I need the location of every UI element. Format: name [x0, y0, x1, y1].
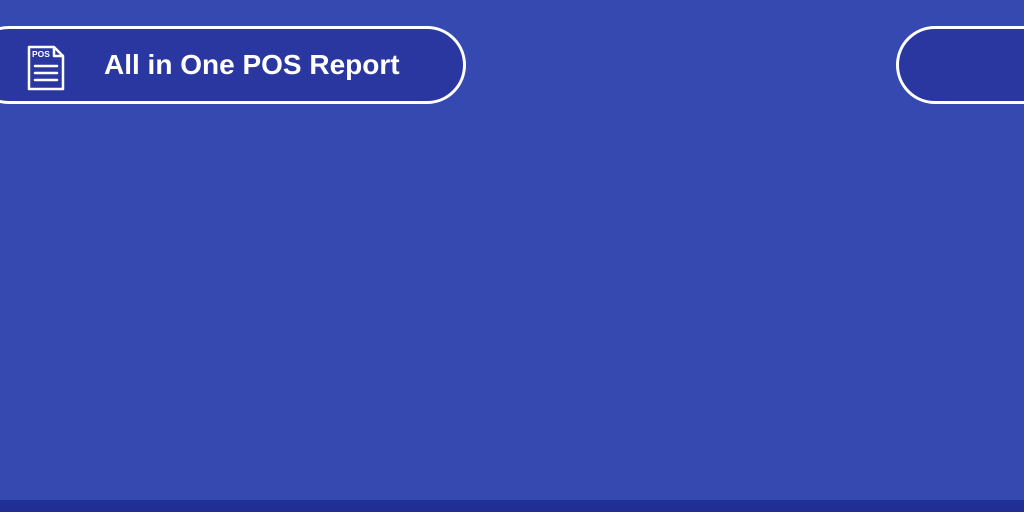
bottom-bar [0, 500, 1024, 512]
title-banner: POS All in One POS Report [0, 26, 466, 104]
pos-icon-label: POS [32, 49, 50, 59]
pos-document-icon: POS [26, 45, 66, 91]
right-pill-decoration [896, 26, 1024, 104]
page-title: All in One POS Report [104, 49, 400, 80]
